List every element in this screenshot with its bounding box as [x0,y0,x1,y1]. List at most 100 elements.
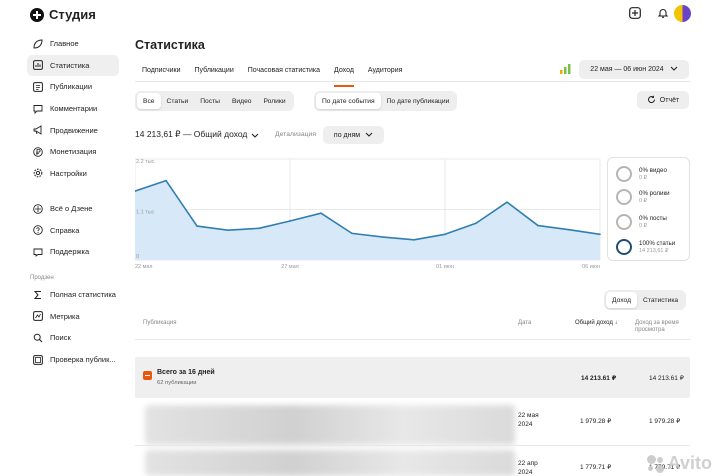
publications-icon [32,81,43,92]
total-row[interactable]: Всего за 16 дней 62 публикации 14 213.61… [135,357,690,398]
zen-icon [32,203,43,214]
tab-hourly[interactable]: Почасовая статистика [241,60,327,80]
legend-video[interactable]: 0% видео 0 ₽ [616,166,667,182]
sidebar-item-settings[interactable]: Настройки [27,163,119,185]
filter-posts[interactable]: Посты [194,93,226,109]
y-tick-label: 2.2 тыс [136,159,155,165]
sidebar-help-nav: Всё о Дзене Справка Поддержка [27,198,119,263]
total-income-selector[interactable]: 14 213,61 ₽ — Общий доход [135,129,259,140]
sidebar-item-monetization[interactable]: Монетизация [27,141,119,163]
total-income: 14 213.61 ₽ [581,375,617,382]
sidebar-item-check-publications[interactable]: Проверка публик... [27,349,119,371]
sidebar-main-nav: Главное Статистика Публикации Комментари… [27,33,119,184]
data-point [258,227,260,230]
table-tab-statistics[interactable]: Статистика [637,292,684,308]
signal-bars-icon [560,64,571,76]
total-subtitle: 62 публикации [157,380,197,386]
y-tick-label: 0 [136,254,139,260]
ruble-icon [32,146,43,157]
legend-shorts[interactable]: 0% ролики 0 ₽ [616,189,670,205]
x-tick-label: 01 июн [436,264,454,270]
table-mode-toggle: Доход Статистика [604,290,687,310]
legend-amount: 0 ₽ [639,223,648,229]
legend-articles[interactable]: 100% статьи 14 213,61 ₽ [616,239,675,255]
legend-ring [616,214,632,230]
tabs-divider [135,81,690,82]
zen-logo-icon [30,7,44,22]
sidebar-item-support[interactable]: Поддержка [27,241,119,263]
gear-icon [32,168,43,179]
sidebar-item-label: Метрика [50,311,80,321]
sidebar-item-help[interactable]: Справка [27,220,119,242]
table-tab-income[interactable]: Доход [606,292,637,308]
sidebar-item-metrika[interactable]: Метрика [27,306,119,328]
sidebar-item-promotion[interactable]: Продвижение [27,119,119,141]
header-income[interactable]: Общий доход ↓ [575,320,618,326]
sidebar-item-comments[interactable]: Комментарии [27,98,119,120]
sidebar-item-search[interactable]: Поиск [27,327,119,349]
data-point [413,239,415,241]
income-chart: 2.2 тыс 1.1 тыс 0 22 мая 27 мая 01 июн 06 июн [135,158,601,270]
filter-by-publication-date[interactable]: По дате публикации [381,93,456,109]
sidebar-item-about-zen[interactable]: Всё о Дзене [27,198,119,220]
filter-articles[interactable]: Статьи [161,93,195,109]
megaphone-icon [32,125,43,136]
header-income-label: Общий доход [575,320,613,326]
filter-shorts[interactable]: Ролики [258,93,292,109]
report-button[interactable]: Отчёт [637,91,689,109]
data-point [196,225,198,227]
date-range-picker[interactable]: 22 мая — 06 июн 2024 [579,60,689,79]
detail-value: по дням [333,131,361,139]
legend-posts[interactable]: 0% посты 0 ₽ [616,214,667,230]
row-income-view: 1 979.28 ₽ [649,418,681,425]
sidebar-item-publications[interactable]: Публикации [27,76,119,98]
row-income: 1 979.28 ₽ [580,418,612,425]
tab-subscribers[interactable]: Подписчики [135,60,188,80]
header-date[interactable]: Дата [518,320,531,326]
add-icon[interactable] [628,6,642,20]
comments-icon [32,103,43,114]
avatar[interactable] [674,5,691,22]
y-tick-label: 1.1 тыс [136,210,155,216]
header-publication[interactable]: Публикация [143,320,177,326]
sidebar-item-statistics[interactable]: Статистика [27,54,119,77]
total-income-view: 14 213.61 ₽ [649,375,684,382]
sidebar-item-label: Главное [50,39,79,49]
tab-publications[interactable]: Публикации [188,60,241,80]
report-label: Отчёт [659,96,680,104]
check-icon [32,354,43,365]
filter-video[interactable]: Видео [226,93,258,109]
avito-logo-icon [646,454,665,473]
sidebar-item-label: Поиск [50,333,71,343]
sidebar-item-main[interactable]: Главное [27,33,119,55]
header-income-view[interactable]: Доход за время просмотра [635,320,687,334]
legend-amount: 14 213,61 ₽ [639,248,669,254]
sidebar-item-label: Проверка публик... [50,355,116,365]
avito-watermark: Avito [646,453,712,474]
content-type-filter: Все Статьи Посты Видео Ролики [135,91,294,111]
bell-icon[interactable] [656,6,670,20]
sidebar-item-full-stats[interactable]: Полная статистика [27,284,119,306]
sidebar-section-label: Продзен [30,275,54,281]
studio-logo[interactable]: Студия [30,7,96,22]
legend-pct: 0% посты [639,215,667,222]
legend-ring [616,239,632,255]
date-range-label: 22 мая — 06 июн 2024 [590,66,664,73]
search-icon [32,332,43,343]
tab-audience[interactable]: Аудитория [361,60,409,80]
filter-by-event-date[interactable]: По дате события [316,93,381,109]
sidebar-item-label: Полная статистика [50,290,116,300]
detail-dropdown[interactable]: по дням [323,126,384,144]
breakdown-legend: 0% видео 0 ₽ 0% ролики 0 ₽ 0% посты 0 ₽ 100… [607,157,690,261]
tab-income[interactable]: Доход [327,60,361,87]
chevron-down-icon [670,66,678,73]
row-income: 1 779.71 ₽ [580,464,612,471]
total-title: Всего за 16 дней [157,369,215,376]
date-mode-filter: По дате события По дате публикации [314,91,458,111]
sidebar-item-label: Справка [50,225,80,235]
select-all-checkbox[interactable] [143,371,152,380]
filter-all[interactable]: Все [137,93,161,109]
sidebar-prozen-section: Продзен Полная статистика Метрика Поиск … [27,272,119,370]
legend-pct: 0% видео [639,167,667,174]
blurred-publication [145,450,515,476]
